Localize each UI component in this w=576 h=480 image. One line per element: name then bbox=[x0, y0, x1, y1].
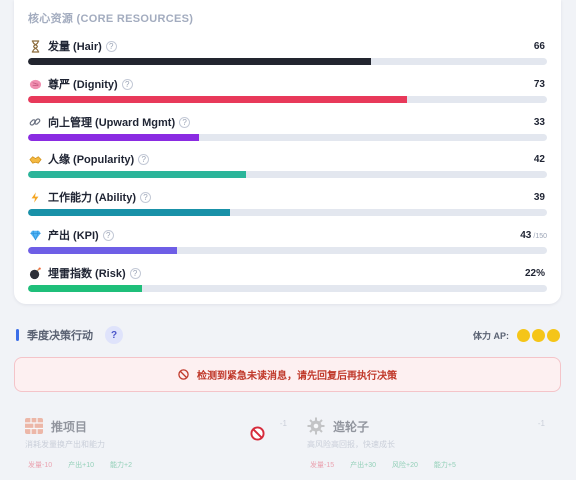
effect-tag: 能力+2 bbox=[110, 462, 132, 469]
effect-tag: 风险+20 bbox=[392, 462, 418, 469]
resource-name: 人缘 (Popularity) bbox=[48, 154, 135, 166]
resource-value: 66 bbox=[534, 41, 547, 52]
alert-text: 检测到紧急未读消息，请先回复后再执行决策 bbox=[197, 371, 397, 382]
effect-tag: 产出+30 bbox=[350, 462, 376, 469]
brick-wall-icon bbox=[25, 418, 43, 434]
resource-value: 39 bbox=[534, 192, 547, 203]
resource-bar-fill bbox=[28, 285, 143, 292]
resource-bar-track bbox=[28, 58, 547, 65]
resource-bar-track bbox=[28, 247, 547, 254]
hourglass-icon bbox=[28, 39, 42, 53]
resource-bar-fill bbox=[28, 96, 407, 103]
resource-bar-fill bbox=[28, 58, 371, 65]
ap-point-icon bbox=[532, 328, 545, 342]
gem-icon bbox=[28, 228, 42, 242]
decisions-title: 季度决策行动 bbox=[27, 330, 93, 342]
resource-name: 向上管理 (Upward Mgmt) bbox=[48, 117, 176, 129]
ap-label: 体力 AP: bbox=[472, 330, 509, 341]
core-resources-card: 核心资源 (CORE RESOURCES) 发量 (Hair)? 66 尊严 (Di… bbox=[14, 0, 561, 304]
action-cost: -1 bbox=[279, 419, 287, 428]
action-desc: 消耗发量换产出和能力 bbox=[25, 440, 105, 449]
resource-value-number: 43 bbox=[520, 229, 532, 241]
resource-row: 发量 (Hair)? 66 bbox=[28, 38, 547, 66]
brain-icon bbox=[28, 77, 42, 91]
resource-value: 73 bbox=[534, 79, 547, 90]
resource-help-icon[interactable]: ? bbox=[105, 40, 117, 52]
resource-value: 42 bbox=[534, 154, 547, 165]
resource-value-number: 42 bbox=[533, 153, 545, 165]
resource-value-number: 22% bbox=[524, 267, 545, 279]
prohibited-icon bbox=[178, 369, 189, 380]
effect-tag: 能力+5 bbox=[433, 462, 456, 469]
resource-bar-track bbox=[28, 171, 547, 178]
resource-bar-fill bbox=[28, 209, 231, 216]
resource-name: 尊严 (Dignity) bbox=[48, 79, 118, 91]
ap-indicator: 体力 AP: bbox=[472, 328, 560, 342]
resource-help-icon[interactable]: ? bbox=[129, 267, 141, 279]
resource-name: 工作能力 (Ability) bbox=[48, 192, 136, 204]
action-name: 推项目 bbox=[51, 419, 88, 434]
action-card-build-wheel[interactable]: 造轮子 -1 高风险高回报，快速成长 发量-15 产出+30 风险+20 能力+5 bbox=[307, 412, 545, 480]
lightning-icon bbox=[28, 190, 42, 204]
action-name: 造轮子 bbox=[333, 419, 370, 434]
resource-name: 发量 (Hair) bbox=[48, 41, 102, 53]
resource-help-icon[interactable]: ? bbox=[102, 229, 114, 241]
resource-row: 人缘 (Popularity)? 42 bbox=[28, 151, 547, 179]
resource-value-number: 73 bbox=[533, 78, 545, 90]
gear-icon bbox=[307, 417, 325, 435]
resource-name: 产出 (KPI) bbox=[48, 230, 99, 242]
action-card-push-project[interactable]: 推项目 -1 消耗发量换产出和能力 发量-10 产出+10 能力+2 bbox=[25, 412, 287, 480]
core-resources-title: 核心资源 (CORE RESOURCES) bbox=[28, 13, 194, 25]
effect-tag: 产出+10 bbox=[68, 462, 94, 469]
resource-help-icon[interactable]: ? bbox=[140, 191, 151, 203]
handshake-icon bbox=[28, 152, 42, 166]
ap-point-icon bbox=[517, 328, 530, 342]
resource-bar-track bbox=[28, 209, 547, 216]
resource-help-icon[interactable]: ? bbox=[121, 78, 133, 90]
resource-value-number: 33 bbox=[533, 116, 545, 128]
action-cost: -1 bbox=[537, 419, 545, 428]
resource-value-number: 39 bbox=[533, 191, 545, 203]
effect-tag: 发量-10 bbox=[28, 462, 53, 469]
resource-bar-track bbox=[28, 134, 547, 141]
resource-row: 埋雷指数 (Risk)? 22% bbox=[28, 265, 547, 293]
resource-bar-fill bbox=[28, 134, 200, 141]
action-desc: 高风险高回报，快速成长 bbox=[307, 440, 395, 449]
resource-help-icon[interactable]: ? bbox=[179, 116, 191, 128]
resource-bar-track bbox=[28, 285, 547, 292]
resource-value: 33 bbox=[534, 117, 547, 128]
action-effects: 发量-15 产出+30 风险+20 能力+5 bbox=[307, 459, 469, 471]
resource-value-number: 66 bbox=[533, 40, 545, 52]
bomb-icon bbox=[28, 266, 42, 280]
action-effects: 发量-10 产出+10 能力+2 bbox=[25, 459, 145, 471]
resource-name: 埋雷指数 (Risk) bbox=[48, 268, 126, 280]
link-icon bbox=[28, 115, 42, 129]
decisions-header: 季度决策行动 ? 体力 AP: bbox=[16, 324, 560, 346]
decisions-help-button[interactable]: ? bbox=[105, 326, 123, 344]
ap-point-icon bbox=[547, 328, 560, 342]
resource-value-max: /150 bbox=[533, 232, 547, 240]
effect-tag: 发量-15 bbox=[310, 462, 335, 469]
resource-row: 产出 (KPI)? 43/150 bbox=[28, 227, 547, 255]
resource-row: 向上管理 (Upward Mgmt)? 33 bbox=[28, 114, 547, 142]
resource-row: 工作能力 (Ability)? 39 bbox=[28, 189, 547, 217]
resource-bar-fill bbox=[28, 247, 177, 254]
resource-row: 尊严 (Dignity)? 73 bbox=[28, 76, 547, 104]
resource-help-icon[interactable]: ? bbox=[138, 153, 150, 165]
resource-bar-fill bbox=[28, 171, 246, 178]
resource-bar-track bbox=[28, 96, 547, 103]
resource-value: 22% bbox=[525, 268, 547, 279]
section-accent-bar bbox=[16, 329, 19, 341]
urgent-message-alert[interactable]: 检测到紧急未读消息，请先回复后再执行决策 bbox=[14, 357, 561, 392]
blocked-icon bbox=[250, 426, 265, 441]
resource-value: 43/150 bbox=[520, 230, 547, 241]
